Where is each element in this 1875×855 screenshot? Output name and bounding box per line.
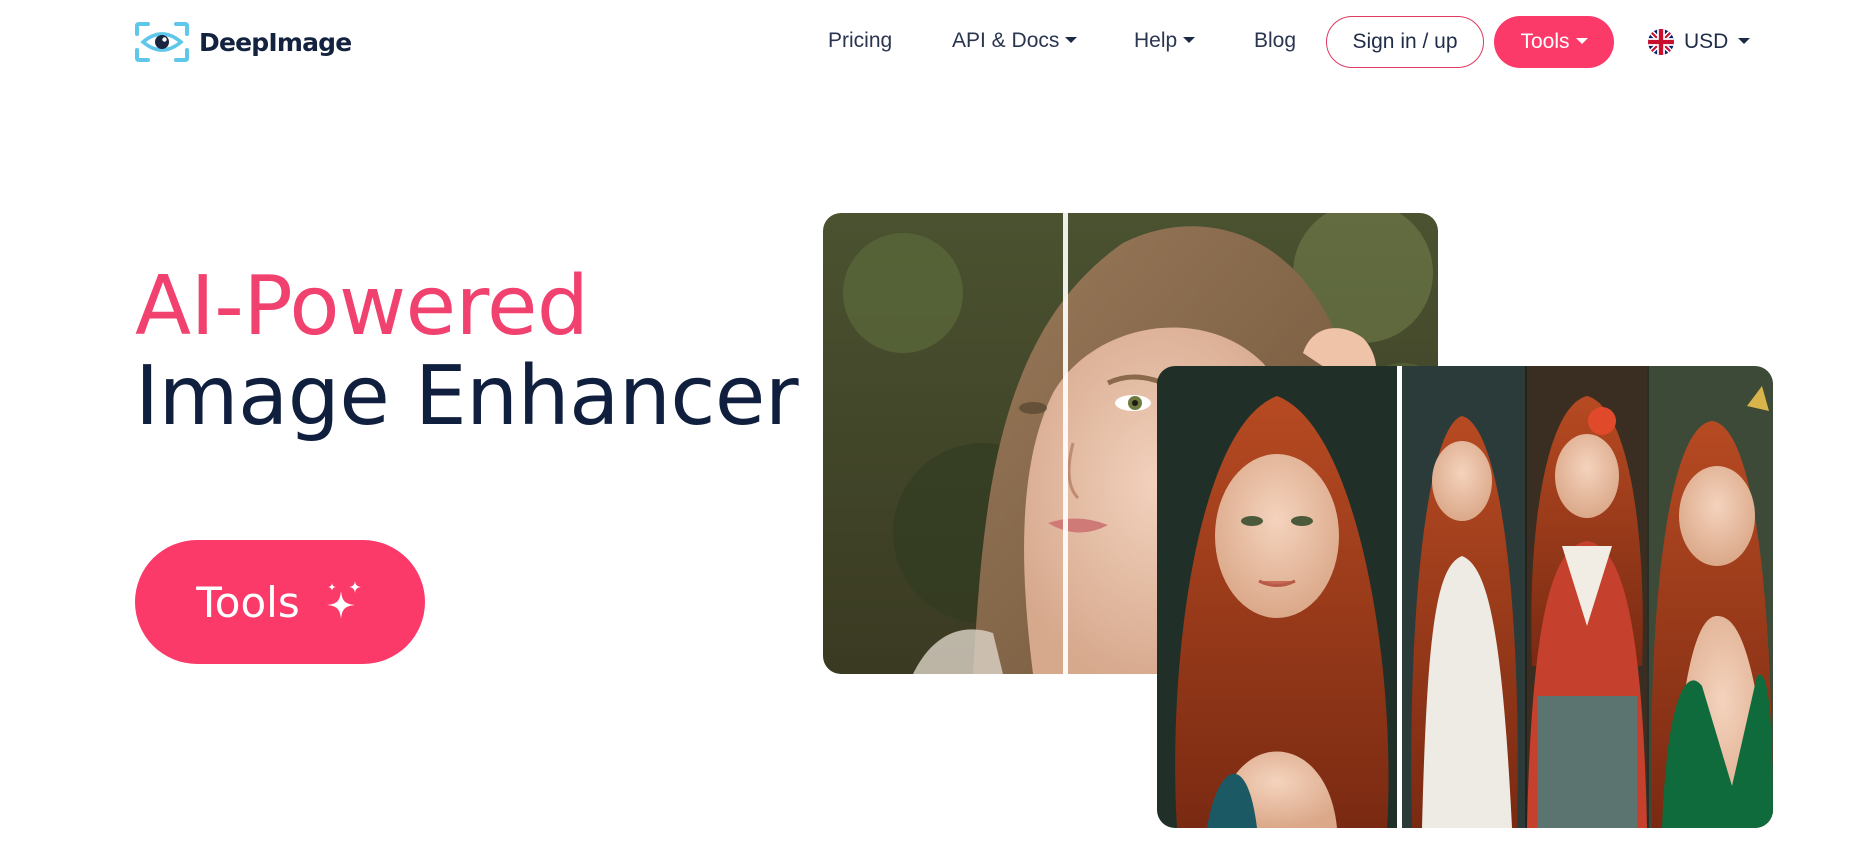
site-header: DeepImage Pricing API & Docs Help Blog S… xyxy=(0,0,1875,84)
main-nav: Pricing API & Docs Help Blog Sign in / u… xyxy=(0,16,1875,68)
nav-api-docs-label: API & Docs xyxy=(952,29,1060,52)
tools-nav-button[interactable]: Tools xyxy=(1494,16,1614,68)
nav-pricing[interactable]: Pricing xyxy=(828,29,892,53)
sign-in-label: Sign in / up xyxy=(1352,30,1458,53)
nav-blog[interactable]: Blog xyxy=(1254,29,1296,53)
currency-label: USD xyxy=(1684,30,1729,53)
currency-selector[interactable]: USD xyxy=(1648,29,1751,55)
tools-nav-label: Tools xyxy=(1520,30,1570,53)
nav-api-docs[interactable]: API & Docs xyxy=(952,29,1078,53)
hero-title-line2: Image Enhancer xyxy=(135,349,799,444)
caret-down-icon xyxy=(1575,38,1588,44)
hero-title: AI-Powered Image Enhancer xyxy=(135,259,799,444)
uk-flag-icon xyxy=(1648,29,1674,55)
nav-help[interactable]: Help xyxy=(1134,29,1196,53)
caret-down-icon xyxy=(1738,38,1751,44)
hero-title-line1: AI-Powered xyxy=(135,259,589,354)
before-after-collage xyxy=(1157,366,1773,828)
caret-down-icon xyxy=(1183,37,1196,43)
sparkles-icon xyxy=(326,581,361,619)
nav-help-label: Help xyxy=(1134,29,1178,52)
nav-blog-label: Blog xyxy=(1254,29,1297,52)
tools-cta-label: Tools xyxy=(196,577,300,627)
nav-pricing-label: Pricing xyxy=(828,29,893,52)
caret-down-icon xyxy=(1065,37,1078,43)
tools-cta-button[interactable]: Tools xyxy=(135,540,425,664)
sign-in-button[interactable]: Sign in / up xyxy=(1326,16,1484,68)
